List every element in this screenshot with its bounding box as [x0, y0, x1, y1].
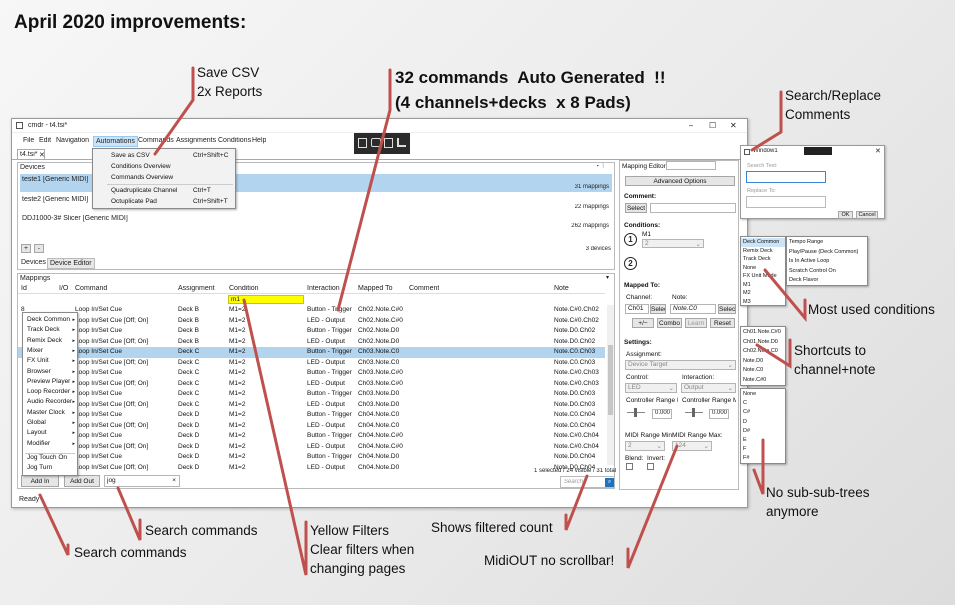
arrow-shortcuts	[755, 338, 792, 369]
arrow-filtered-count	[564, 474, 589, 531]
callout-save-csv: Save CSV 2x Reports	[197, 65, 263, 99]
arrow-search-commands-1	[116, 486, 142, 541]
callout-no-sub-trees: No sub-sub-trees anymore	[766, 485, 870, 519]
callout-most-used: Most used conditions	[808, 302, 935, 317]
arrow-most-used	[763, 268, 807, 323]
callout-midiout: MidiOUT no scrollbar!	[484, 553, 615, 568]
callout-search-commands-2: Search commands	[74, 545, 187, 560]
callout-yellow-filters: Yellow Filters Clear filters when changi…	[310, 523, 415, 576]
callout-shortcuts: Shortcuts to channel+note	[794, 343, 876, 377]
callout-filtered-count: Shows filtered count	[431, 520, 553, 535]
arrow-search-commands-2	[38, 493, 70, 556]
arrow-search-replace	[750, 90, 783, 152]
callout-search-commands-1: Search commands	[145, 523, 258, 538]
arrow-auto-generated	[336, 68, 392, 312]
arrow-save-csv	[153, 66, 195, 156]
arrow-midiout	[626, 444, 679, 569]
arrow-no-sub-trees	[752, 438, 765, 495]
callout-search-replace: Search/Replace Comments	[785, 88, 882, 122]
callout-auto-generated: 32 commands Auto Generated !! (4 channel…	[395, 68, 666, 112]
